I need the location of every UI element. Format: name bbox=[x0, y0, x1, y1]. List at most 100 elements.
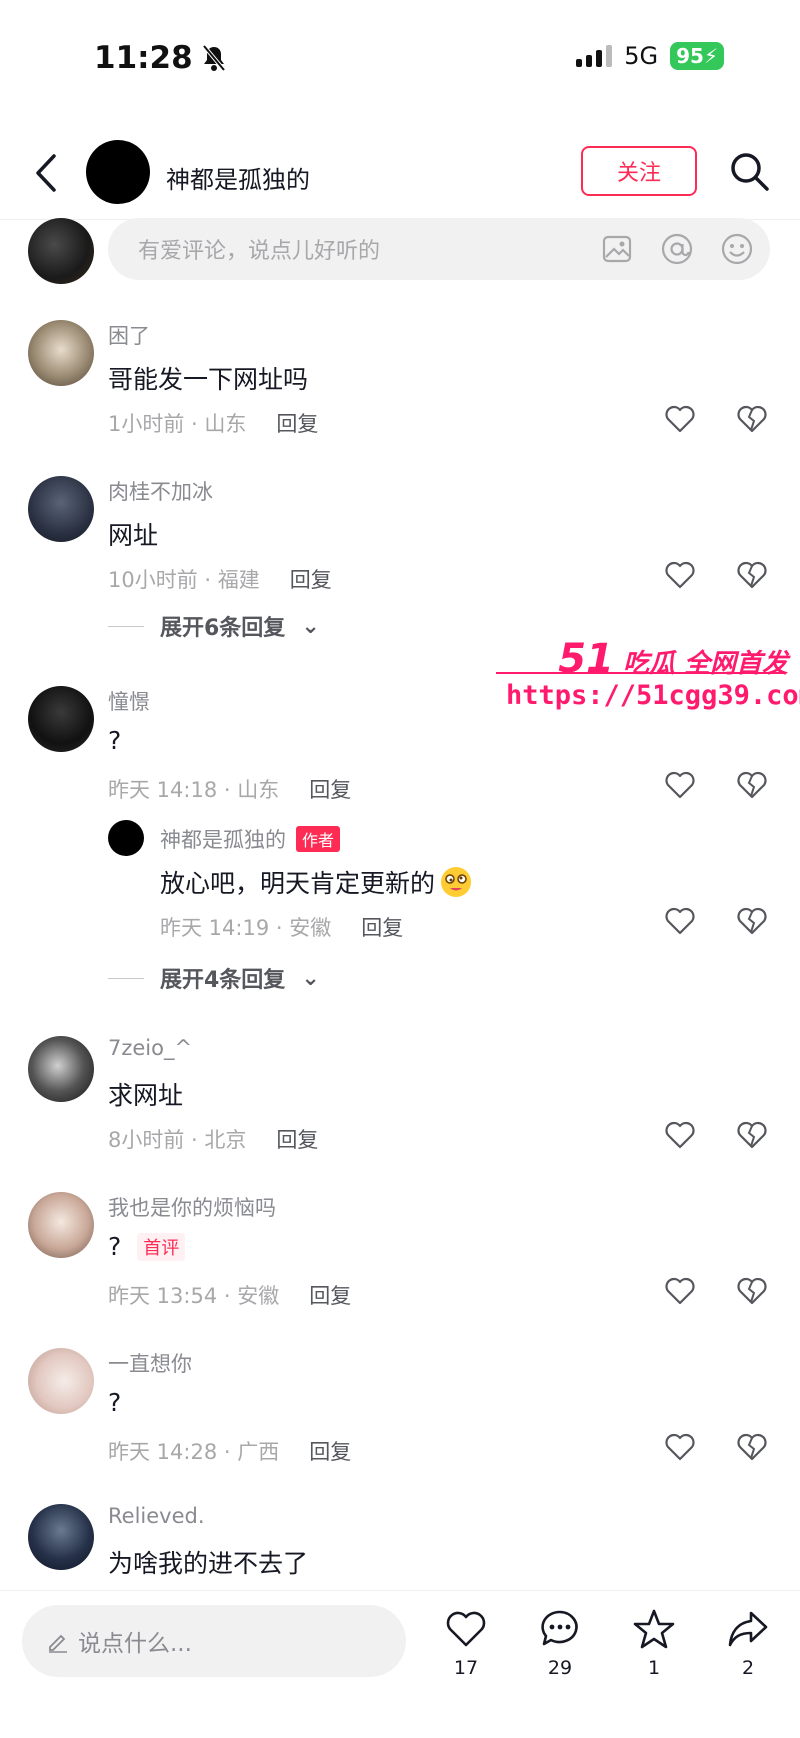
follow-button[interactable]: 关注 bbox=[581, 146, 697, 196]
heart-icon[interactable] bbox=[663, 904, 697, 938]
bottom-comment-input[interactable]: 说点什么... bbox=[22, 1605, 406, 1677]
comment-meta: 昨天 14:18 · 山东 回复 bbox=[108, 774, 351, 804]
comment-username[interactable]: 憧憬 bbox=[108, 686, 150, 716]
comment-item[interactable]: 一直想你 ? 昨天 14:28 · 广西 回复 bbox=[0, 1348, 800, 1468]
heart-icon[interactable] bbox=[663, 1274, 697, 1308]
bottom-bar: 说点什么... 17 29 1 2 bbox=[0, 1590, 800, 1738]
avatar[interactable] bbox=[28, 476, 94, 542]
reply-button[interactable]: 回复 bbox=[309, 1280, 351, 1310]
emoji-icon[interactable] bbox=[720, 232, 754, 266]
watermark-brand-number: 51 bbox=[558, 636, 614, 682]
watermark: 51 吃瓜 全网首发 https://51cgg39.com bbox=[496, 636, 800, 716]
search-icon[interactable] bbox=[728, 150, 770, 192]
favorite-count: 1 bbox=[647, 1657, 661, 1679]
author-avatar[interactable] bbox=[86, 140, 150, 204]
reply-button[interactable]: 回复 bbox=[309, 1436, 351, 1466]
broken-heart-icon[interactable] bbox=[735, 1430, 769, 1464]
comment-item[interactable]: 我也是你的烦恼吗 ? 首评 昨天 13:54 · 安徽 回复 bbox=[0, 1192, 800, 1312]
watermark-line bbox=[496, 672, 786, 674]
comment-item[interactable]: 困了 哥能发一下网址吗 1小时前 · 山东 回复 bbox=[0, 320, 800, 440]
avatar[interactable] bbox=[28, 1348, 94, 1414]
share-count: 2 bbox=[741, 1657, 755, 1679]
reply-username[interactable]: 神都是孤独的 bbox=[160, 824, 286, 854]
favorite-action[interactable]: 1 bbox=[624, 1607, 684, 1679]
comment-input[interactable]: 有爱评论，说点儿好听的 bbox=[108, 218, 770, 280]
author-reply[interactable]: 神都是孤独的 作者 放心吧，明天肯定更新的 昨天 14:19 · 安徽 回复 bbox=[0, 820, 800, 960]
comment-time-location: 昨天 14:28 · 广西 bbox=[108, 1440, 280, 1464]
comment-text: 求网址 bbox=[108, 1076, 183, 1112]
comment-text: 哥能发一下网址吗 bbox=[108, 360, 308, 396]
share-action[interactable]: 2 bbox=[718, 1607, 778, 1679]
watermark-brand-text: 吃瓜 全网首发 bbox=[622, 649, 788, 679]
watermark-brand: 51 吃瓜 全网首发 bbox=[558, 636, 788, 682]
reply-text-content: 放心吧，明天肯定更新的 bbox=[160, 869, 436, 898]
signal-icon bbox=[576, 45, 613, 67]
comment-username[interactable]: Relieved. bbox=[108, 1504, 205, 1528]
star-icon bbox=[633, 1609, 675, 1649]
heart-icon[interactable] bbox=[663, 402, 697, 436]
expand-replies-label: 展开6条回复 bbox=[160, 616, 286, 641]
comment-text-content: 求网址 bbox=[108, 1081, 184, 1110]
like-action[interactable]: 17 bbox=[436, 1607, 496, 1679]
comment-time-location: 昨天 13:54 · 安徽 bbox=[108, 1284, 280, 1308]
bell-muted-icon bbox=[202, 44, 226, 72]
heart-icon[interactable] bbox=[663, 768, 697, 802]
reply-button[interactable]: 回复 bbox=[361, 912, 403, 942]
comment-username[interactable]: 肉桂不加冰 bbox=[108, 476, 213, 506]
expand-replies-button[interactable]: 展开6条回复 ⌄ bbox=[108, 610, 320, 642]
avatar[interactable] bbox=[28, 686, 94, 752]
comment-meta: 昨天 14:28 · 广西 回复 bbox=[108, 1436, 351, 1466]
avatar[interactable] bbox=[28, 1036, 94, 1102]
comment-meta: 8小时前 · 北京 回复 bbox=[108, 1124, 318, 1154]
comment-username[interactable]: 7zeio_^ bbox=[108, 1036, 192, 1060]
reply-button[interactable]: 回复 bbox=[290, 564, 332, 594]
reply-text: 放心吧，明天肯定更新的 bbox=[160, 864, 473, 900]
reply-button[interactable]: 回复 bbox=[309, 774, 351, 804]
broken-heart-icon[interactable] bbox=[735, 402, 769, 436]
broken-heart-icon[interactable] bbox=[735, 1118, 769, 1152]
comment-text-content: ? bbox=[108, 1388, 122, 1417]
reply-username-row: 神都是孤独的 作者 bbox=[160, 824, 341, 854]
avatar[interactable] bbox=[28, 1192, 94, 1258]
heart-icon[interactable] bbox=[663, 1430, 697, 1464]
at-mention-icon[interactable] bbox=[660, 232, 694, 266]
comment-username[interactable]: 困了 bbox=[108, 320, 150, 350]
comment-meta: 1小时前 · 山东 回复 bbox=[108, 408, 318, 438]
watermark-url: https://51cgg39.com bbox=[506, 680, 800, 711]
comment-action[interactable]: 29 bbox=[530, 1607, 590, 1679]
comment-time-location: 昨天 14:18 · 山东 bbox=[108, 778, 280, 802]
comment-text: 网址 bbox=[108, 516, 158, 552]
battery-level: 95 bbox=[676, 44, 704, 68]
comment-text: ? 首评 bbox=[108, 1232, 186, 1261]
image-icon[interactable] bbox=[600, 232, 634, 266]
comment-item[interactable]: 憧憬 ? 昨天 14:18 · 山东 回复 神都是孤独的 作者 放心吧，明天肯定… bbox=[0, 686, 800, 1006]
heart-icon[interactable] bbox=[663, 1118, 697, 1152]
network-label: 5G bbox=[624, 42, 659, 70]
broken-heart-icon[interactable] bbox=[735, 1274, 769, 1308]
comment-input-placeholder: 有爱评论，说点儿好听的 bbox=[138, 239, 381, 264]
heart-icon bbox=[446, 1611, 486, 1647]
reply-avatar[interactable] bbox=[108, 820, 144, 856]
author-tag: 作者 bbox=[296, 826, 341, 852]
back-arrow-icon[interactable] bbox=[30, 150, 64, 196]
expand-replies-button[interactable]: 展开4条回复 ⌄ bbox=[108, 962, 320, 994]
reply-button[interactable]: 回复 bbox=[276, 408, 318, 438]
avatar[interactable] bbox=[28, 320, 94, 386]
comment-item[interactable]: 7zeio_^ 求网址 8小时前 · 北京 回复 bbox=[0, 1036, 800, 1156]
dizzy-face-emoji-icon bbox=[441, 867, 472, 897]
author-name[interactable]: 神都是孤独的 bbox=[166, 160, 310, 195]
broken-heart-icon[interactable] bbox=[735, 904, 769, 938]
comment-username[interactable]: 我也是你的烦恼吗 bbox=[108, 1192, 276, 1222]
bottom-input-placeholder: 说点什么... bbox=[78, 1631, 192, 1657]
broken-heart-icon[interactable] bbox=[735, 558, 769, 592]
reply-meta: 昨天 14:19 · 安徽 回复 bbox=[160, 912, 403, 942]
avatar[interactable] bbox=[28, 1504, 94, 1570]
expand-replies-label: 展开4条回复 bbox=[160, 968, 286, 993]
broken-heart-icon[interactable] bbox=[735, 768, 769, 802]
reply-button[interactable]: 回复 bbox=[276, 1124, 318, 1154]
comment-item[interactable]: Relieved. 为啥我的进不去了 bbox=[0, 1504, 800, 1590]
share-arrow-icon bbox=[728, 1611, 768, 1647]
heart-icon[interactable] bbox=[663, 558, 697, 592]
comment-username[interactable]: 一直想你 bbox=[108, 1348, 192, 1378]
comment-item[interactable]: 肉桂不加冰 网址 10小时前 · 福建 回复 展开6条回复 ⌄ bbox=[0, 476, 800, 656]
